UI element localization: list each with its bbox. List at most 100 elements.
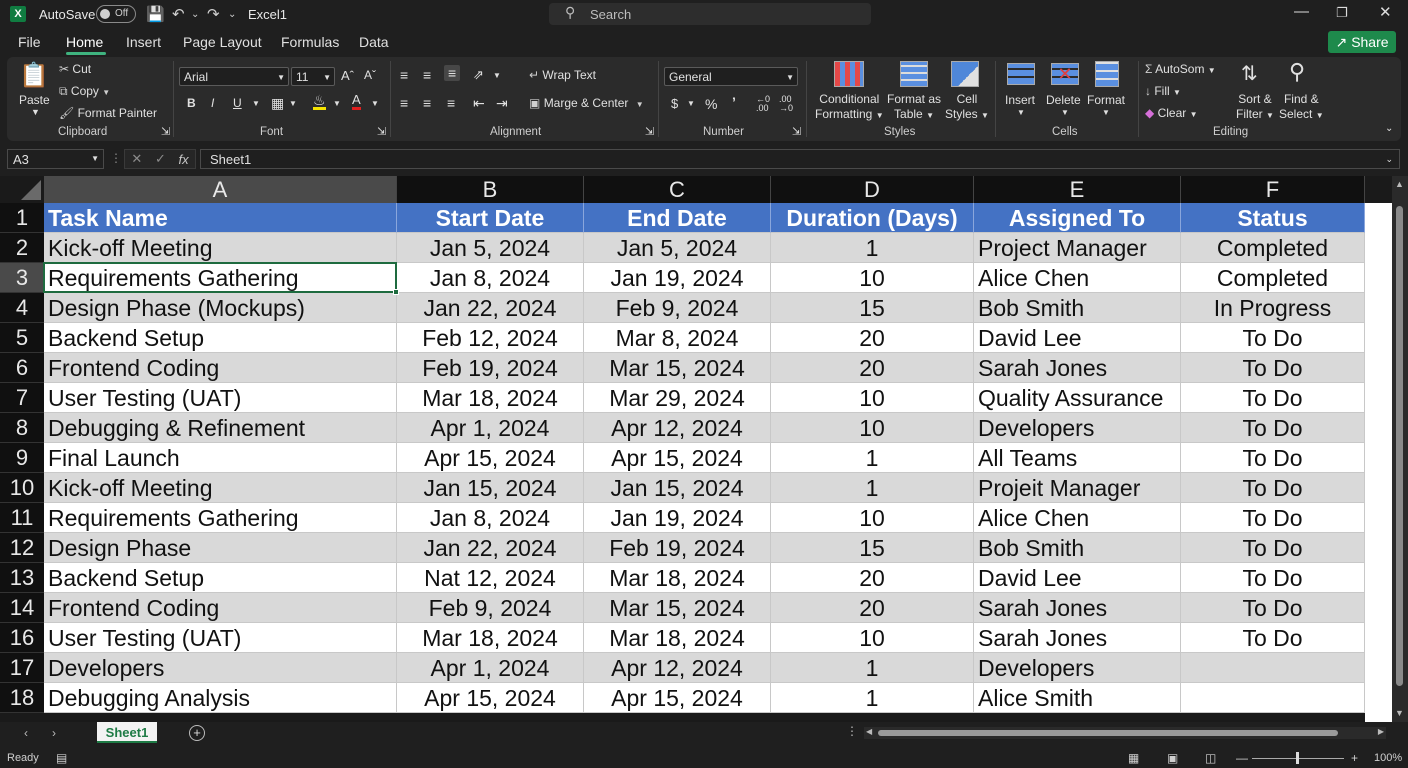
align-bottom-icon[interactable]: ≡	[444, 65, 461, 81]
column-title-cell[interactable]: Assigned To	[974, 203, 1181, 233]
table-cell[interactable]: 15	[771, 293, 974, 323]
table-cell[interactable]: To Do	[1181, 623, 1365, 653]
tab-formulas[interactable]: Formulas	[281, 34, 339, 50]
table-cell[interactable]: Final Launch	[44, 443, 397, 473]
decrease-font-icon[interactable]: Aˇ	[364, 68, 376, 82]
restore-icon[interactable]: ❐	[1336, 5, 1348, 21]
table-cell[interactable]: To Do	[1181, 353, 1365, 383]
row-header[interactable]: 8	[0, 413, 44, 443]
table-cell[interactable]: To Do	[1181, 413, 1365, 443]
table-cell[interactable]: 10	[771, 263, 974, 293]
currency-dropdown-icon[interactable]: ▼	[687, 99, 695, 108]
table-cell[interactable]: Jan 8, 2024	[397, 263, 584, 293]
next-sheet-icon[interactable]: ›	[52, 726, 56, 740]
font-name-dropdown[interactable]: Arial ▼	[179, 67, 289, 86]
table-cell[interactable]: 10	[771, 383, 974, 413]
table-cell[interactable]: Feb 12, 2024	[397, 323, 584, 353]
row-header[interactable]: 5	[0, 323, 44, 353]
table-cell[interactable]: Feb 9, 2024	[584, 293, 771, 323]
table-cell[interactable]: 1	[771, 473, 974, 503]
search-box[interactable]: ⚲ Search	[549, 3, 871, 25]
table-cell[interactable]: Kick-off Meeting	[44, 233, 397, 263]
table-cell[interactable]: Mar 15, 2024	[584, 353, 771, 383]
table-cell[interactable]: In Progress	[1181, 293, 1365, 323]
font-launcher-icon[interactable]: ⇲	[377, 125, 386, 138]
close-icon[interactable]: ✕	[1379, 3, 1392, 21]
font-color-dropdown-icon[interactable]: ▼	[371, 99, 379, 108]
percent-icon[interactable]: %	[705, 96, 717, 112]
table-cell[interactable]: Apr 1, 2024	[397, 653, 584, 683]
column-header-a[interactable]: A	[44, 176, 397, 203]
spreadsheet-grid[interactable]: ▲ ▼ A B C D E F 1 Task Name Start Date End Date Du…	[0, 176, 1408, 722]
row-header[interactable]: 13	[0, 563, 44, 593]
orientation-dropdown-icon[interactable]: ▼	[493, 71, 501, 80]
zoom-out-icon[interactable]: —	[1236, 751, 1248, 765]
autosum-button[interactable]: Σ AutoSom ▼	[1145, 62, 1216, 76]
table-cell[interactable]: Debugging Analysis	[44, 683, 397, 713]
decrease-decimal-icon[interactable]: .00 →0	[779, 95, 793, 113]
table-cell[interactable]: Developers	[974, 653, 1181, 683]
table-cell[interactable]: To Do	[1181, 503, 1365, 533]
sort-filter-button[interactable]: Sort & Filter ▼	[1236, 92, 1274, 123]
table-cell[interactable]: Apr 12, 2024	[584, 413, 771, 443]
table-cell[interactable]: Jan 22, 2024	[397, 293, 584, 323]
comma-style-icon[interactable]: ’	[732, 94, 736, 110]
insert-cells-button[interactable]: Insert	[1005, 93, 1035, 107]
row-header[interactable]: 2	[0, 233, 44, 263]
table-cell[interactable]: Project Manager	[974, 233, 1181, 263]
orientation-icon[interactable]: ⇗	[473, 67, 484, 83]
table-cell[interactable]: Alice Smith	[974, 683, 1181, 713]
table-cell[interactable]: Jan 19, 2024	[584, 263, 771, 293]
table-cell[interactable]: David Lee	[974, 563, 1181, 593]
cut-button[interactable]: ✂ Cut	[59, 62, 91, 76]
column-title-cell[interactable]: End Date	[584, 203, 771, 233]
tab-file[interactable]: File	[18, 34, 41, 50]
italic-button[interactable]: I	[211, 96, 214, 110]
align-center-icon[interactable]: ≡	[423, 95, 431, 111]
column-title-cell[interactable]: Status	[1181, 203, 1365, 233]
scroll-right-icon[interactable]: ▶	[1378, 727, 1384, 736]
scroll-left-icon[interactable]: ◀	[866, 727, 872, 736]
column-header-f[interactable]: F	[1181, 176, 1365, 203]
table-cell[interactable]: User Testing (UAT)	[44, 383, 397, 413]
table-cell[interactable]: To Do	[1181, 323, 1365, 353]
column-header-c[interactable]: C	[584, 176, 771, 203]
table-cell[interactable]: 10	[771, 413, 974, 443]
table-cell[interactable]: 15	[771, 533, 974, 563]
decrease-indent-icon[interactable]: ⇤	[473, 95, 485, 112]
collapse-ribbon-icon[interactable]: ⌄	[1385, 123, 1393, 134]
paste-dropdown-icon[interactable]: ▼	[31, 107, 40, 117]
table-cell[interactable]	[1181, 653, 1365, 683]
tab-page-layout[interactable]: Page Layout	[183, 34, 262, 50]
wrap-text-button[interactable]: ↵ Wrap Text	[529, 68, 596, 82]
row-header[interactable]: 10	[0, 473, 44, 503]
table-cell[interactable]: Mar 18, 2024	[584, 563, 771, 593]
table-cell[interactable]: Alice Chen	[974, 503, 1181, 533]
scroll-up-icon[interactable]: ▲	[1395, 179, 1404, 189]
row-header[interactable]: 16	[0, 623, 44, 653]
row-header[interactable]: 3	[0, 263, 44, 293]
row-header[interactable]: 17	[0, 653, 44, 683]
undo-icon[interactable]: ↶	[172, 5, 185, 23]
table-cell[interactable]: David Lee	[974, 323, 1181, 353]
insert-cells-icon[interactable]	[1007, 63, 1035, 85]
table-cell[interactable]: User Testing (UAT)	[44, 623, 397, 653]
table-cell[interactable]: Apr 15, 2024	[397, 683, 584, 713]
font-color-icon[interactable]: A	[352, 93, 361, 110]
table-cell[interactable]: Developers	[974, 413, 1181, 443]
table-cell[interactable]: Apr 15, 2024	[584, 683, 771, 713]
table-cell[interactable]: Completed	[1181, 233, 1365, 263]
table-cell[interactable]: Backend Setup	[44, 323, 397, 353]
table-cell[interactable]: Nat 12, 2024	[397, 563, 584, 593]
fill-color-dropdown-icon[interactable]: ▼	[333, 99, 341, 108]
insert-function-icon[interactable]: fx	[179, 152, 189, 167]
enter-icon[interactable]: ✓	[155, 151, 166, 167]
table-cell[interactable]: Quality Assurance	[974, 383, 1181, 413]
currency-icon[interactable]: $	[671, 96, 678, 111]
align-right-icon[interactable]: ≡	[447, 95, 455, 111]
table-cell[interactable]: Kick-off Meeting	[44, 473, 397, 503]
tab-home[interactable]: Home	[66, 34, 103, 50]
table-cell[interactable]: Requirements Gathering	[44, 503, 397, 533]
table-cell[interactable]: Jan 22, 2024	[397, 533, 584, 563]
table-cell[interactable]: Sarah Jones	[974, 353, 1181, 383]
